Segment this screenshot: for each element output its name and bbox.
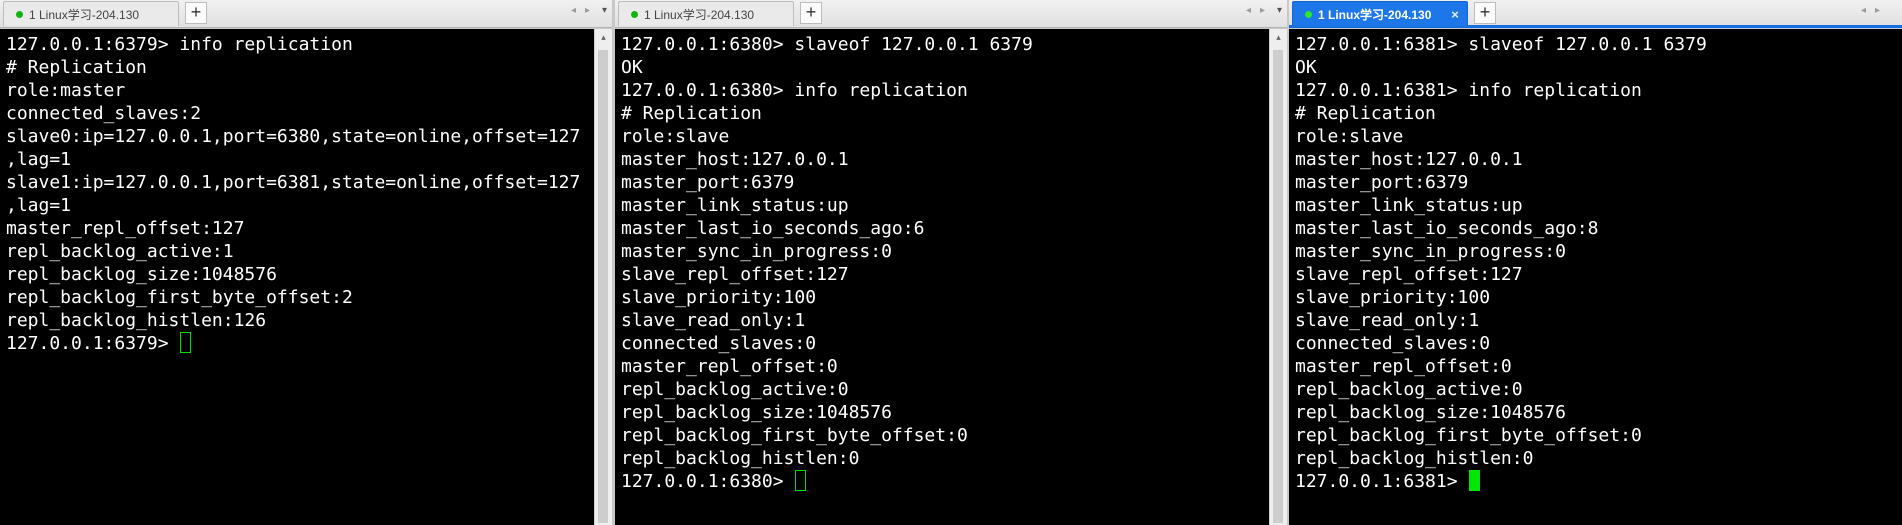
terminal-line: repl_backlog_active:0: [1295, 379, 1523, 400]
terminal-output[interactable]: 127.0.0.1:6380> slaveof 127.0.0.1 6379 OK…: [615, 29, 1270, 525]
terminal-line: slave_read_only:1: [621, 310, 806, 331]
terminal-line: 127.0.0.1:6380> slaveof 127.0.0.1 6379: [621, 34, 1033, 55]
tab-menu-icon[interactable]: ▾: [1277, 5, 1282, 16]
terminal-line: 127.0.0.1:6380> info replication: [621, 80, 968, 101]
new-tab-button[interactable]: +: [1474, 2, 1496, 24]
terminal-lines: 127.0.0.1:6380> slaveof 127.0.0.1 6379 OK…: [621, 33, 1033, 493]
terminal-line: master_repl_offset:0: [1295, 356, 1512, 377]
terminal-line: master_last_io_seconds_ago:6: [621, 218, 925, 239]
terminal-line: 127.0.0.1:6381> info replication: [1295, 80, 1642, 101]
terminal-line: 127.0.0.1:6379> info replication: [6, 34, 353, 55]
terminal-line: repl_backlog_first_byte_offset:0: [1295, 425, 1642, 446]
new-tab-button[interactable]: +: [185, 2, 207, 24]
tab-scroll-right-icon[interactable]: ▸: [585, 5, 590, 16]
connection-status-icon: [631, 10, 638, 18]
scroll-up-icon[interactable]: ▴: [1270, 32, 1287, 43]
terminal-pane-6379: 1 Linux学习-204.130 + ◂ ▸ ▾ 127.0.0.1:6379…: [0, 0, 612, 525]
terminal-line: repl_backlog_first_byte_offset:0: [621, 425, 968, 446]
terminal-line: slave_repl_offset:127: [621, 264, 849, 285]
terminal-line: slave_priority:100: [1295, 287, 1491, 308]
close-tab-icon[interactable]: ×: [1447, 7, 1463, 22]
session-tab-active[interactable]: 1 Linux学习-204.130 ×: [1292, 1, 1468, 26]
prompt-line: 127.0.0.1:6379>: [6, 332, 580, 355]
terminal-line: repl_backlog_histlen:126: [6, 310, 267, 331]
terminal-line: slave0:ip=127.0.0.1,port=6380,state=onli…: [6, 126, 581, 147]
connection-status-icon: [1305, 10, 1312, 18]
cursor-icon: [1469, 470, 1481, 491]
connection-status-icon: [16, 10, 23, 18]
terminal-line: connected_slaves:0: [1295, 333, 1491, 354]
prompt-text: 127.0.0.1:6379>: [6, 333, 180, 354]
terminal-line: master_port:6379: [1295, 172, 1469, 193]
prompt-line: 127.0.0.1:6380>: [621, 470, 1033, 493]
terminal-line: OK: [1295, 57, 1317, 78]
terminal-line: master_repl_offset:127: [6, 218, 245, 239]
tab-bar: 1 Linux学习-204.130 × + ◂ ▸: [1289, 0, 1902, 28]
new-tab-button[interactable]: +: [800, 2, 822, 24]
terminal-line: master_sync_in_progress:0: [621, 241, 892, 262]
cursor-icon: [180, 332, 192, 353]
prompt-text: 127.0.0.1:6381>: [1295, 471, 1469, 492]
terminal-line: connected_slaves:0: [621, 333, 817, 354]
terminal-line: repl_backlog_size:1048576: [1295, 402, 1566, 423]
terminal-line: ,lag=1: [6, 195, 72, 216]
tab-scroll-right-icon[interactable]: ▸: [1260, 5, 1265, 16]
terminal-line: repl_backlog_histlen:0: [621, 448, 860, 469]
terminal-line: # Replication: [6, 57, 147, 78]
session-tab-label: 1 Linux学习-204.130: [1318, 7, 1432, 22]
tab-menu-icon[interactable]: ▾: [602, 5, 607, 16]
terminal-line: master_sync_in_progress:0: [1295, 241, 1566, 262]
terminal-line: # Replication: [1295, 103, 1436, 124]
tab-scroll-left-icon[interactable]: ◂: [1861, 5, 1866, 16]
terminal-line: slave_repl_offset:127: [1295, 264, 1523, 285]
terminal-line: repl_backlog_active:0: [621, 379, 849, 400]
terminal-line: slave_priority:100: [621, 287, 817, 308]
tab-scroll-left-icon[interactable]: ◂: [1246, 5, 1251, 16]
vertical-scrollbar[interactable]: ▴: [594, 29, 612, 525]
terminal-line: role:slave: [1295, 126, 1404, 147]
terminal-line: role:slave: [621, 126, 730, 147]
terminal-line: repl_backlog_size:1048576: [6, 264, 277, 285]
terminal-line: slave_read_only:1: [1295, 310, 1480, 331]
terminal-line: OK: [621, 57, 643, 78]
tab-bar: 1 Linux学习-204.130 + ◂ ▸ ▾: [0, 0, 612, 28]
session-tab-label: 1 Linux学习-204.130: [29, 7, 140, 22]
terminal-line: ,lag=1: [6, 149, 72, 170]
prompt-line: 127.0.0.1:6381>: [1295, 470, 1707, 493]
terminal-pane-6380: 1 Linux学习-204.130 + ◂ ▸ ▾ 127.0.0.1:6380…: [615, 0, 1287, 525]
terminal-line: repl_backlog_active:1: [6, 241, 234, 262]
scroll-up-icon[interactable]: ▴: [595, 32, 612, 43]
terminal-line: 127.0.0.1:6381> slaveof 127.0.0.1 6379: [1295, 34, 1707, 55]
terminal-line: connected_slaves:2: [6, 103, 202, 124]
terminal-line: master_host:127.0.0.1: [621, 149, 849, 170]
prompt-text: 127.0.0.1:6380>: [621, 471, 795, 492]
tab-scroll-left-icon[interactable]: ◂: [571, 5, 576, 16]
terminal-line: master_link_status:up: [621, 195, 849, 216]
terminal-line: repl_backlog_size:1048576: [621, 402, 892, 423]
terminal-line: slave1:ip=127.0.0.1,port=6381,state=onli…: [6, 172, 581, 193]
cursor-icon: [795, 470, 807, 491]
terminal-lines: 127.0.0.1:6379> info replication # Replic…: [6, 33, 580, 355]
session-tab[interactable]: 1 Linux学习-204.130: [3, 1, 179, 26]
terminal-line: role:master: [6, 80, 126, 101]
terminal-output[interactable]: 127.0.0.1:6381> slaveof 127.0.0.1 6379 OK…: [1289, 29, 1902, 525]
terminal-pane-6381: 1 Linux学习-204.130 × + ◂ ▸ 127.0.0.1:6381…: [1289, 0, 1902, 525]
scrollbar-thumb[interactable]: [1273, 50, 1283, 523]
terminal-line: master_port:6379: [621, 172, 795, 193]
session-tab[interactable]: 1 Linux学习-204.130: [618, 1, 794, 26]
terminal-line: repl_backlog_histlen:0: [1295, 448, 1534, 469]
session-tab-label: 1 Linux学习-204.130: [644, 7, 755, 22]
terminal-line: # Replication: [621, 103, 762, 124]
terminal-line: master_link_status:up: [1295, 195, 1523, 216]
terminal-line: repl_backlog_first_byte_offset:2: [6, 287, 353, 308]
terminal-line: master_host:127.0.0.1: [1295, 149, 1523, 170]
terminal-lines: 127.0.0.1:6381> slaveof 127.0.0.1 6379 OK…: [1295, 33, 1707, 493]
tab-scroll-right-icon[interactable]: ▸: [1875, 5, 1880, 16]
terminal-output[interactable]: 127.0.0.1:6379> info replication # Replic…: [0, 29, 595, 525]
scrollbar-thumb[interactable]: [598, 50, 608, 523]
tab-bar: 1 Linux学习-204.130 + ◂ ▸ ▾: [615, 0, 1287, 28]
terminal-line: master_repl_offset:0: [621, 356, 838, 377]
terminal-line: master_last_io_seconds_ago:8: [1295, 218, 1599, 239]
vertical-scrollbar[interactable]: ▴: [1269, 29, 1287, 525]
